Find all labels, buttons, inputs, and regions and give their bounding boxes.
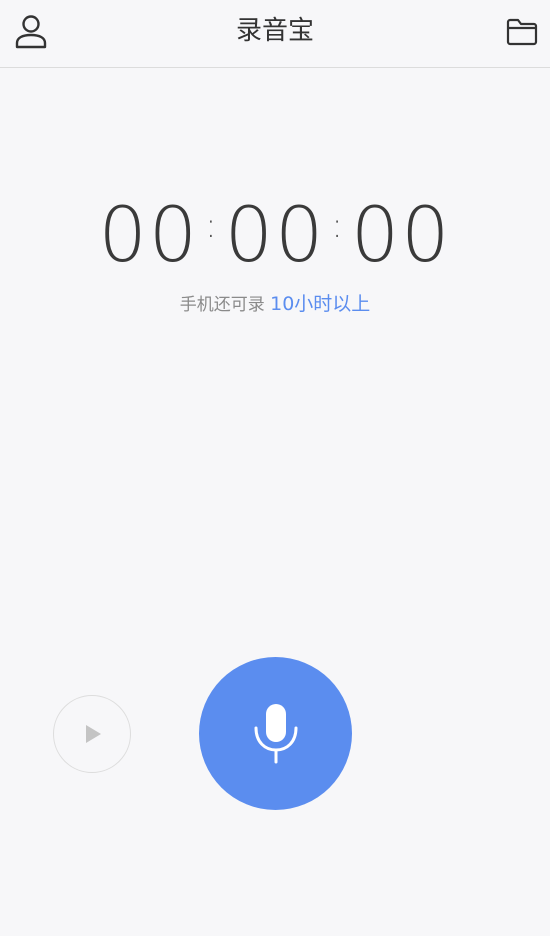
folder-icon (506, 18, 538, 46)
remaining-label: 手机还可录 (179, 295, 271, 315)
record-button[interactable] (199, 657, 352, 810)
play-icon (86, 725, 101, 743)
top-bar: 录音宝 (0, 0, 550, 68)
page-title: 录音宝 (235, 16, 314, 46)
recording-timer: 00:00:00 (0, 190, 550, 285)
timer-hours: 00 (98, 190, 200, 279)
timer-minutes: 00 (224, 190, 326, 279)
remaining-time: 10小时以上 (270, 293, 371, 315)
timer-seconds: 00 (350, 190, 452, 279)
recorder-app: 录音宝 00:00:00 手机还可录 10小时以上 (0, 0, 550, 936)
timer-separator: : (331, 206, 345, 246)
recordings-folder-button[interactable] (502, 12, 542, 52)
microphone-icon (254, 703, 297, 763)
timer-separator: : (205, 206, 219, 246)
play-button[interactable] (53, 695, 131, 773)
remaining-storage-text: 手机还可录 10小时以上 (0, 290, 550, 319)
